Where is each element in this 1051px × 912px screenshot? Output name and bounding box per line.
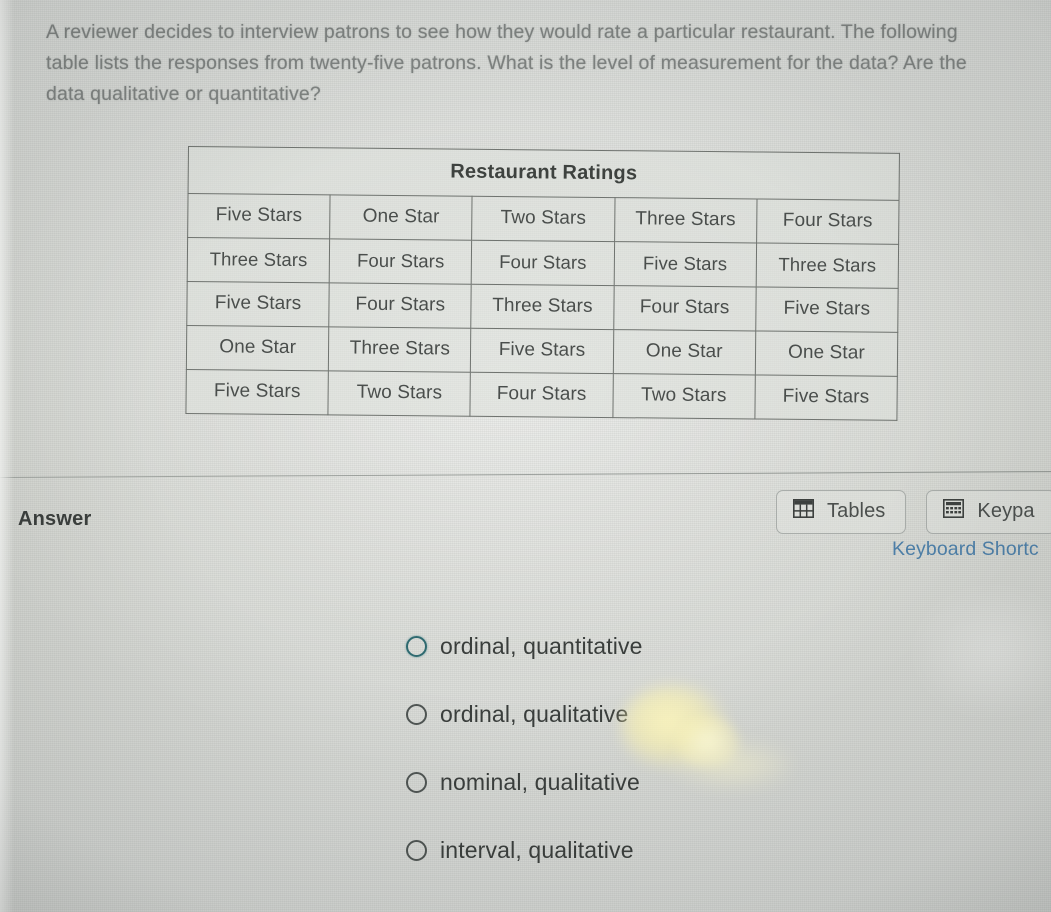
table-cell: Four Stars (329, 238, 472, 285)
calculator-keypad-icon (943, 499, 965, 524)
table-cell: Four Stars (328, 282, 472, 329)
answer-option-3[interactable]: nominal, qualitative (406, 748, 643, 816)
answer-option-1[interactable]: ordinal, quantitative (406, 612, 643, 680)
table-cell: Five Stars (186, 281, 330, 327)
table-cell: Five Stars (613, 241, 757, 287)
restaurant-ratings-table: Restaurant Ratings Five Stars One Star Two… (185, 146, 900, 421)
restaurant-ratings-table-container: Restaurant Ratings Five Stars One Star Two… (185, 146, 900, 421)
table-row: Five Stars Four Stars Three Stars Four Star… (186, 281, 899, 333)
table-cell: Three Stars (328, 326, 472, 373)
table-cell: Four Stars (471, 240, 615, 286)
table-cell: Five Stars (470, 328, 614, 374)
radio-button-icon[interactable] (406, 771, 427, 793)
table-body: Five Stars One Star Two Stars Three Stars Fo… (185, 193, 900, 421)
answer-option-4[interactable]: interval, qualitative (406, 816, 643, 884)
answer-option-label: interval, qualitative (440, 836, 634, 863)
table-row: Five Stars One Star Two Stars Three Stars Fo… (187, 193, 900, 245)
radio-button-icon[interactable] (406, 703, 427, 725)
table-cell: Four Stars (613, 285, 756, 331)
answer-option-label: ordinal, quantitative (440, 632, 643, 659)
table-cell: Five Stars (187, 193, 331, 239)
table-cell: One Star (186, 325, 329, 371)
answer-options-list: ordinal, quantitative ordinal, qualitativ… (406, 612, 643, 884)
table-cell: Four Stars (470, 372, 613, 418)
table-cell: Two Stars (612, 373, 756, 419)
table-row: One Star Three Stars Five Stars One Star One… (186, 325, 898, 377)
table-cell: One Star (612, 329, 756, 375)
table-cell: Three Stars (755, 242, 899, 289)
table-title-row: Restaurant Ratings (188, 146, 900, 201)
table-cell: Two Stars (328, 370, 471, 417)
answer-label: Answer (18, 508, 92, 530)
table-cell: Four Stars (756, 198, 900, 245)
answer-toolbar: Tables Keypa (776, 490, 1051, 534)
table-cell: Five Stars (754, 374, 898, 421)
answer-option-2[interactable]: ordinal, qualitative (406, 680, 643, 748)
question-prompt: A reviewer decides to interview patrons … (46, 21, 967, 105)
answer-option-label: ordinal, qualitative (440, 700, 629, 727)
table-cell: Two Stars (471, 196, 615, 242)
table-grid-icon (793, 499, 814, 524)
radio-button-icon[interactable] (406, 839, 427, 861)
table-cell: Three Stars (471, 284, 614, 330)
tables-button[interactable]: Tables (776, 490, 907, 534)
keypad-button-label: Keypa (977, 500, 1035, 522)
table-cell: One Star (329, 194, 473, 241)
table-cell: Three Stars (614, 197, 757, 243)
keyboard-shortcuts-link[interactable]: Keyboard Shortc (892, 538, 1039, 561)
radio-button-icon[interactable] (406, 635, 427, 657)
keypad-button[interactable]: Keypa (926, 490, 1051, 534)
table-row: Three Stars Four Stars Four Stars Five Star… (187, 237, 899, 289)
tables-button-label: Tables (827, 500, 886, 522)
table-cell: Three Stars (187, 237, 330, 283)
table-title: Restaurant Ratings (188, 146, 900, 201)
table-cell: Five Stars (755, 286, 899, 333)
table-head: Restaurant Ratings (188, 146, 900, 201)
answer-option-label: nominal, qualitative (440, 768, 640, 795)
table-cell: One Star (755, 330, 898, 377)
table-row: Five Stars Two Stars Four Stars Two Stars Fi… (185, 369, 898, 421)
table-cell: Five Stars (185, 369, 329, 415)
